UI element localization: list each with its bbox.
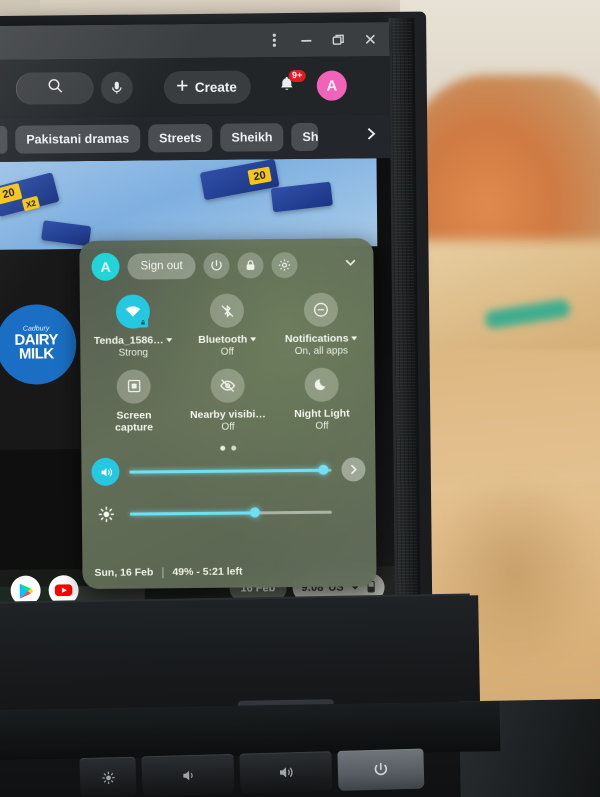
moon-icon xyxy=(304,367,339,402)
brightness-key[interactable] xyxy=(79,756,137,797)
tile-notifications-label: Notifications xyxy=(284,332,349,346)
lock-badge-icon xyxy=(138,317,149,328)
date-text: Sun, 16 Feb xyxy=(94,566,154,579)
sign-out-button[interactable]: Sign out xyxy=(127,252,196,280)
tile-label: Tenda_1586… xyxy=(94,334,173,347)
lock-icon[interactable] xyxy=(237,252,264,279)
window-controls xyxy=(259,22,385,57)
wifi-icon xyxy=(115,294,151,329)
create-button[interactable]: Create xyxy=(163,69,251,104)
bluetooth-disabled-icon xyxy=(209,293,245,328)
volume-slider-fill xyxy=(129,468,324,474)
tile-bluetooth-status: Off xyxy=(220,346,234,358)
tile-wifi-label: Tenda_1586… xyxy=(93,334,164,347)
chocolate-bar-3 xyxy=(270,181,334,213)
chevron-right-icon[interactable] xyxy=(355,126,386,146)
chevron-down-icon[interactable] xyxy=(166,338,173,343)
notifications-bell-button[interactable]: 9+ xyxy=(272,69,306,101)
minimize-icon[interactable] xyxy=(291,25,321,55)
close-icon[interactable] xyxy=(355,24,385,54)
tile-nearby-visibility-status: Off xyxy=(221,421,235,433)
brightness-icon[interactable] xyxy=(92,500,120,528)
microphone-icon[interactable] xyxy=(100,71,133,104)
laptop-screen: Create 9+ A Pakistani dramas Streets She… xyxy=(0,22,395,612)
nearby-visibility-off-icon xyxy=(210,368,245,403)
chip-partial-left[interactable] xyxy=(0,125,8,154)
chevron-down-icon[interactable] xyxy=(343,255,361,274)
volume-slider[interactable] xyxy=(129,464,332,475)
volume-icon[interactable] xyxy=(91,457,120,487)
tile-label: Bluetooth xyxy=(198,333,257,346)
photograph-scene: Create 9+ A Pakistani dramas Streets She… xyxy=(0,0,600,797)
tile-notifications-status: On, all apps xyxy=(294,345,349,358)
volume-slider-row xyxy=(81,449,375,487)
tile-night-light-label: Night Light xyxy=(294,407,350,420)
power-icon[interactable] xyxy=(203,252,230,279)
three-dot-menu-icon[interactable] xyxy=(259,25,289,55)
battery-status-text[interactable]: 49% - 5:21 left xyxy=(172,566,242,579)
tile-nearby-visibility-label: Nearby visibi… xyxy=(189,407,266,421)
tile-wifi-status: Strong xyxy=(118,347,149,359)
tile-bluetooth-label: Bluetooth xyxy=(198,333,248,346)
youtube-header: Create 9+ A xyxy=(0,56,391,118)
create-button-label: Create xyxy=(194,79,237,95)
quick-settings-header: A Sign out xyxy=(79,238,373,281)
gear-icon[interactable] xyxy=(271,251,298,279)
brightness-slider[interactable] xyxy=(129,507,332,518)
multipack-label-1: X2 xyxy=(21,195,41,212)
dairy-milk-logo: Cadbury DAIRY MILK xyxy=(0,304,77,385)
tile-nearby-visibility[interactable]: Nearby visibi… Off xyxy=(180,368,275,433)
brand-line-2: MILK xyxy=(18,345,54,363)
chip-pakistani-dramas[interactable]: Pakistani dramas xyxy=(15,124,141,154)
tile-bluetooth[interactable]: Bluetooth Off xyxy=(180,293,275,358)
chevron-down-icon[interactable] xyxy=(351,336,358,341)
volume-slider-thumb[interactable] xyxy=(318,464,329,475)
chip-sh-truncated[interactable]: Sh xyxy=(291,122,319,152)
tile-notifications[interactable]: Notifications On, all apps xyxy=(274,292,369,357)
screen-capture-icon xyxy=(116,368,151,404)
brightness-slider-row xyxy=(82,483,376,528)
brightness-slider-thumb[interactable] xyxy=(250,507,261,518)
avatar[interactable]: A xyxy=(91,252,120,281)
plus-icon xyxy=(175,78,190,96)
volume-up-key[interactable] xyxy=(239,751,333,794)
browser-titlebar xyxy=(0,22,390,60)
chip-sheikh[interactable]: Sheikh xyxy=(220,123,284,152)
tile-screen-capture-label: Screen capture xyxy=(115,408,154,434)
tile-screen-capture[interactable]: Screen capture xyxy=(86,368,181,434)
quick-settings-tiles: Tenda_1586… Strong Bluetooth Off Notific… xyxy=(80,278,375,434)
chevron-right-icon[interactable] xyxy=(341,457,366,482)
volume-down-key[interactable] xyxy=(141,753,235,797)
chip-streets[interactable]: Streets xyxy=(147,123,213,153)
quick-settings-footer: Sun, 16 Feb 49% - 5:21 left xyxy=(94,566,242,579)
search-input[interactable] xyxy=(15,71,94,105)
search-icon xyxy=(47,77,64,99)
quick-settings-panel: A Sign out Tenda_1586… Strong Bluetooth … xyxy=(79,238,377,590)
tile-night-light-status: Off xyxy=(315,420,329,432)
do-not-disturb-icon xyxy=(303,292,339,327)
chevron-down-icon[interactable] xyxy=(250,337,257,342)
tile-night-light[interactable]: Night Light Off xyxy=(274,367,369,432)
brand-script: Cadbury xyxy=(22,325,50,334)
notification-badge: 9+ xyxy=(288,69,306,82)
ad-thumbnail[interactable]: 20 X2 20 xyxy=(0,158,378,250)
chocolate-bar-4 xyxy=(41,220,92,247)
tile-wifi[interactable]: Tenda_1586… Strong xyxy=(86,294,181,359)
footer-divider xyxy=(162,566,164,578)
category-chips: Pakistani dramas Streets Sheikh Sh xyxy=(0,114,391,162)
avatar[interactable]: A xyxy=(316,70,347,101)
tile-label: Notifications xyxy=(285,332,358,345)
restore-icon[interactable] xyxy=(323,24,353,54)
power-key[interactable] xyxy=(337,748,425,791)
brightness-slider-fill xyxy=(129,511,256,516)
